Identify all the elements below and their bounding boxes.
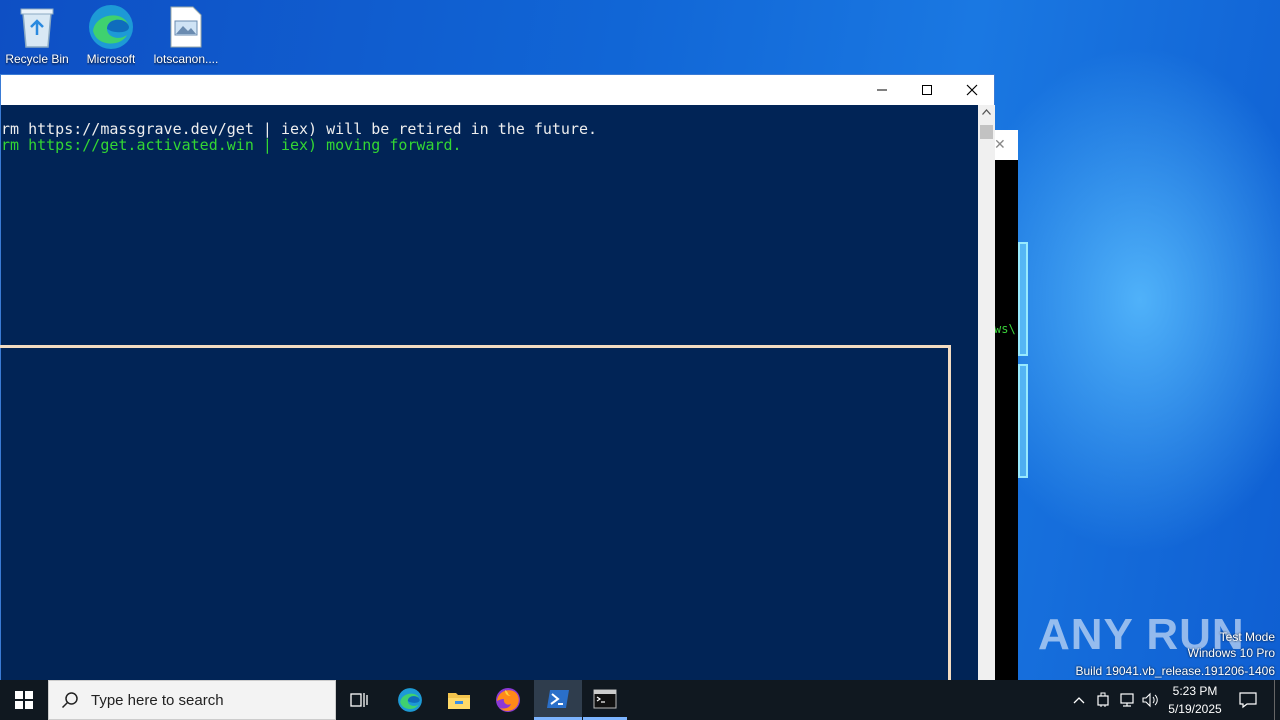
minimize-icon bbox=[877, 89, 887, 91]
desktop-icon-image-file[interactable]: lotscanon.... bbox=[150, 4, 222, 74]
cmd-icon bbox=[593, 689, 617, 708]
close-icon[interactable]: ✕ bbox=[994, 136, 1006, 153]
console-dialog-box bbox=[0, 345, 951, 690]
clock-time: 5:23 PM bbox=[1172, 684, 1218, 698]
taskbar-cmd-button[interactable] bbox=[583, 680, 627, 720]
file-explorer-icon bbox=[448, 693, 470, 709]
edge-icon bbox=[87, 4, 135, 50]
background-console-text: ws\ bbox=[994, 322, 1016, 336]
tray-network-button[interactable] bbox=[1116, 680, 1138, 720]
firefox-icon bbox=[496, 688, 520, 712]
close-button[interactable] bbox=[949, 75, 995, 105]
desktop-icon-recycle-bin[interactable]: Recycle Bin bbox=[1, 4, 73, 74]
windows-edition-text: Windows 10 Pro bbox=[1187, 646, 1275, 660]
action-center-button[interactable] bbox=[1232, 680, 1264, 720]
tray-volume-button[interactable] bbox=[1140, 680, 1162, 720]
console-line: rm https://get.activated.win | iex) movi… bbox=[1, 136, 462, 154]
show-desktop-button[interactable] bbox=[1274, 680, 1280, 720]
powershell-icon bbox=[547, 689, 569, 708]
edge-icon bbox=[398, 688, 422, 712]
image-file-icon bbox=[162, 4, 210, 50]
desktop-icon-edge[interactable]: Microsoft bbox=[75, 4, 147, 74]
desktop-icon-label: Microsoft bbox=[86, 52, 136, 66]
taskbar: Type here to search 5:23 PM 5/19/2025 bbox=[0, 680, 1280, 720]
desktop-icon-label: Recycle Bin bbox=[5, 52, 69, 66]
volume-icon bbox=[1142, 692, 1158, 708]
task-view-button[interactable] bbox=[336, 680, 384, 720]
taskbar-edge-button[interactable] bbox=[386, 680, 434, 720]
chevron-up-icon bbox=[1073, 697, 1085, 704]
show-hidden-icons-button[interactable] bbox=[1068, 680, 1090, 720]
clock-date: 5/19/2025 bbox=[1168, 702, 1222, 716]
window-titlebar[interactable] bbox=[1, 75, 994, 105]
network-icon bbox=[1120, 693, 1134, 707]
maximize-icon bbox=[922, 85, 932, 95]
powershell-window[interactable]: rm https://massgrave.dev/get | iex) will… bbox=[0, 74, 995, 690]
taskbar-clock[interactable]: 5:23 PM 5/19/2025 bbox=[1162, 682, 1228, 718]
close-icon bbox=[966, 84, 978, 96]
desktop-icon-label: lotscanon.... bbox=[153, 52, 219, 66]
taskbar-file-explorer-button[interactable] bbox=[435, 680, 483, 720]
vertical-scrollbar[interactable] bbox=[978, 105, 995, 680]
wallpaper-pane bbox=[1018, 242, 1028, 356]
notification-icon bbox=[1239, 692, 1257, 709]
scrollbar-thumb[interactable] bbox=[980, 125, 993, 139]
test-mode-text: Test Mode bbox=[1219, 630, 1275, 644]
taskbar-search-box[interactable]: Type here to search bbox=[48, 680, 336, 720]
tray-device-button[interactable] bbox=[1092, 680, 1114, 720]
taskbar-powershell-button[interactable] bbox=[534, 680, 582, 720]
recycle-bin-icon bbox=[13, 4, 61, 50]
removable-device-icon bbox=[1097, 692, 1109, 707]
build-text: Build 19041.vb_release.191206-1406 bbox=[1075, 664, 1276, 678]
chevron-up-icon[interactable] bbox=[982, 109, 991, 115]
search-placeholder: Type here to search bbox=[91, 691, 224, 709]
minimize-button[interactable] bbox=[859, 75, 905, 105]
start-button[interactable] bbox=[0, 680, 48, 720]
search-icon bbox=[61, 692, 78, 709]
taskbar-firefox-button[interactable] bbox=[484, 680, 532, 720]
console-output[interactable]: rm https://massgrave.dev/get | iex) will… bbox=[0, 105, 978, 690]
console-line: rm https://massgrave.dev/get | iex) will… bbox=[1, 120, 598, 138]
maximize-button[interactable] bbox=[904, 75, 950, 105]
windows-logo-icon bbox=[15, 691, 33, 709]
task-view-icon bbox=[350, 693, 368, 707]
wallpaper-pane bbox=[1018, 364, 1028, 478]
